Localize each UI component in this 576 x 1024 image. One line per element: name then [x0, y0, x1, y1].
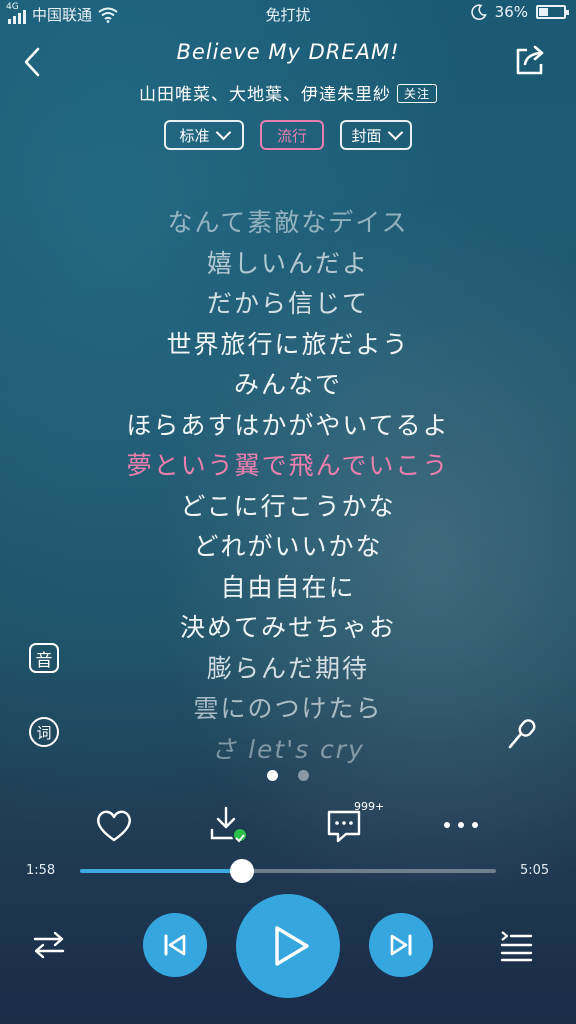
progress-knob[interactable]: [230, 859, 255, 883]
comment-icon[interactable]: [324, 808, 364, 844]
lyrics-panel[interactable]: なんて素敵なデイス 嬉しいんだよ だから信じて 世界旅行に旅だよう みんなで ほらあすはか…: [0, 203, 576, 763]
skip-previous-icon: [164, 934, 186, 956]
downloaded-check-icon: [232, 827, 248, 843]
lyric-line[interactable]: どこに行こうかな: [0, 487, 576, 527]
lyric-line-current[interactable]: 夢という翼で飛んでいこう: [0, 446, 576, 486]
lyric-line[interactable]: 決めてみせちゃお: [0, 608, 576, 648]
chip-cover[interactable]: 封面: [340, 120, 412, 150]
lyric-line[interactable]: さ let's cry: [0, 730, 576, 764]
chip-pop[interactable]: 流行: [260, 120, 324, 150]
battery-percent: 36%: [494, 3, 528, 21]
battery-icon: [536, 5, 569, 19]
chip-standard-label: 标准: [179, 126, 210, 145]
artist-names[interactable]: 山田唯菜、大地葉、伊達朱里紗: [139, 85, 391, 105]
lyric-line[interactable]: 嬉しいんだよ: [0, 244, 576, 284]
comment-count: 999+: [354, 800, 385, 813]
lyric-poster-label: 词: [36, 723, 52, 742]
lyric-line[interactable]: 世界旅行に旅だよう: [0, 325, 576, 365]
lyric-line[interactable]: 膨らんだ期待: [0, 649, 576, 689]
microphone-icon[interactable]: [504, 716, 540, 752]
progress-track[interactable]: [80, 869, 496, 873]
status-bar: 4G 中国联通 免打扰 36%: [0, 0, 576, 28]
total-time: 5:05: [520, 863, 550, 878]
moon-icon: [470, 4, 487, 20]
more-icon[interactable]: [442, 818, 480, 832]
song-title: Believe My DREAM!: [176, 40, 400, 64]
follow-button[interactable]: 关注: [396, 84, 437, 103]
play-icon: [275, 926, 309, 966]
lyric-line[interactable]: みんなで: [0, 365, 576, 405]
page-indicator: [0, 770, 576, 781]
page-dot[interactable]: [298, 770, 309, 781]
chip-cover-label: 封面: [351, 126, 382, 145]
chevron-down-icon: [215, 124, 231, 141]
lyric-style-chips: 标准 流行 封面: [0, 120, 576, 150]
chevron-down-icon: [387, 124, 403, 141]
shuffle-order-icon[interactable]: [32, 930, 66, 960]
elapsed-time: 1:58: [26, 863, 56, 878]
heart-icon[interactable]: [94, 808, 134, 844]
back-icon[interactable]: [18, 45, 48, 79]
lyric-line[interactable]: だから信じて: [0, 284, 576, 324]
sound-effect-label: 音: [35, 650, 53, 671]
progress-played: [80, 869, 243, 873]
artist-line: 山田唯菜、大地葉、伊達朱里紗 关注: [60, 80, 516, 105]
lyric-line[interactable]: なんて素敵なデイス: [0, 203, 576, 243]
chip-pop-label: 流行: [276, 126, 307, 145]
next-button[interactable]: [369, 913, 433, 977]
lyric-line[interactable]: 雲にのつけたら: [0, 689, 576, 729]
sound-effect-button[interactable]: 音: [29, 643, 59, 673]
play-button[interactable]: [236, 894, 340, 998]
lyric-line[interactable]: どれがいいかな: [0, 527, 576, 567]
lyric-poster-button[interactable]: 词: [29, 717, 59, 747]
download-button[interactable]: [208, 805, 252, 847]
playlist-icon[interactable]: [499, 928, 533, 962]
skip-next-icon: [390, 934, 412, 956]
page-dot[interactable]: [267, 770, 278, 781]
previous-button[interactable]: [143, 913, 207, 977]
lyric-line[interactable]: ほらあすはかがやいてるよ: [0, 406, 576, 446]
chip-standard[interactable]: 标准: [164, 120, 244, 150]
share-icon[interactable]: [513, 42, 549, 78]
lyric-line[interactable]: 自由自在に: [0, 568, 576, 608]
